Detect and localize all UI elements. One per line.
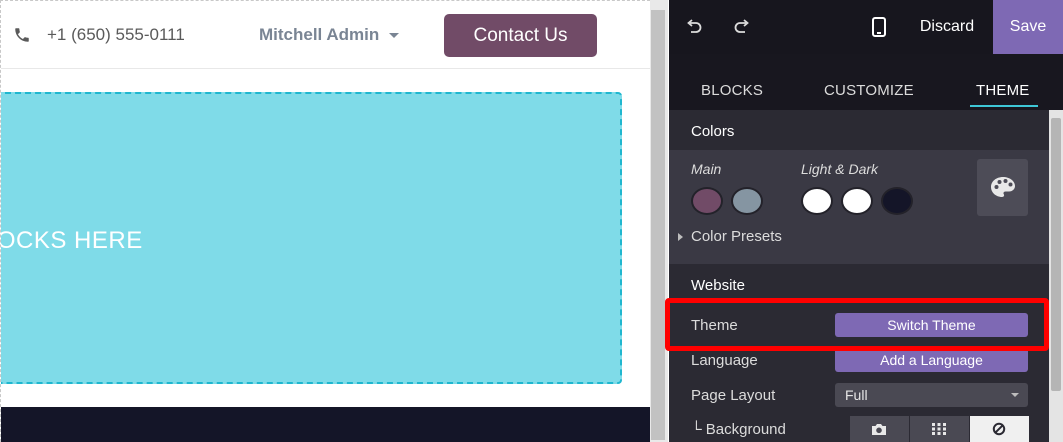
color-swatch-light-2[interactable] [841, 187, 873, 215]
tab-customize[interactable]: CUSTOMIZE [824, 82, 914, 99]
caret-down-icon [389, 33, 400, 39]
undo-icon[interactable] [684, 17, 704, 37]
page-layout-option-row: Page Layout Full [669, 379, 1049, 411]
background-image-option[interactable] [850, 416, 909, 442]
palette-icon [991, 177, 1015, 197]
language-label: Language [691, 352, 758, 369]
discard-button[interactable]: Discard [905, 0, 989, 54]
color-presets-toggle[interactable]: Color Presets [691, 228, 782, 245]
add-language-button[interactable]: Add a Language [835, 348, 1028, 372]
redo-icon[interactable] [732, 17, 752, 37]
palette-button[interactable] [977, 159, 1028, 216]
preview-scrollbar-thumb[interactable] [651, 10, 665, 440]
page-layout-value: Full [845, 387, 868, 403]
user-name: Mitchell Admin [259, 25, 380, 44]
editor-toolbar: Discard Save [669, 0, 1063, 54]
website-header: +1 (650) 555-0111 Mitchell Admin Contact… [1, 1, 650, 69]
background-pattern-option[interactable] [910, 416, 969, 442]
color-swatch-main-1[interactable] [691, 187, 723, 215]
color-swatch-main-2[interactable] [731, 187, 763, 215]
theme-label: Theme [691, 317, 738, 334]
colors-section-header: Colors [669, 110, 1049, 150]
main-colors-label: Main [691, 161, 722, 177]
pattern-icon [932, 423, 946, 435]
active-tab-indicator [970, 105, 1038, 107]
website-section-header: Website [669, 264, 1049, 306]
contact-us-button[interactable]: Contact Us [444, 14, 597, 57]
language-option-row: Language Add a Language [669, 344, 1049, 376]
background-none-option[interactable] [970, 416, 1029, 442]
website-preview: +1 (650) 555-0111 Mitchell Admin Contact… [0, 0, 650, 442]
switch-theme-button[interactable]: Switch Theme [835, 313, 1028, 337]
caret-right-icon [678, 233, 683, 241]
caret-down-icon [1011, 393, 1019, 397]
drop-zone-label: LOCKS HERE [1, 227, 143, 254]
dark-section [1, 407, 650, 442]
background-option-row: └ Background [669, 413, 1049, 442]
colors-title: Colors [691, 123, 735, 140]
tab-blocks[interactable]: BLOCKS [701, 82, 763, 99]
preview-scrollbar[interactable] [650, 0, 668, 442]
page-layout-select[interactable]: Full [835, 383, 1028, 407]
editor-scrollbar[interactable] [1049, 110, 1063, 442]
snippet-drop-zone[interactable]: LOCKS HERE [1, 92, 622, 384]
background-options [850, 416, 1029, 442]
color-swatch-light-1[interactable] [801, 187, 833, 215]
color-swatch-dark[interactable] [881, 187, 913, 215]
theme-option-row: Theme Switch Theme [669, 309, 1049, 341]
page-layout-label: Page Layout [691, 387, 776, 404]
tab-theme[interactable]: THEME [976, 82, 1030, 99]
background-label: └ Background [691, 421, 786, 438]
editor-tabs: BLOCKS CUSTOMIZE THEME [669, 54, 1063, 110]
phone-icon [15, 28, 29, 42]
colors-section: Main Light & Dark Color Presets [669, 150, 1049, 264]
website-title: Website [691, 277, 745, 294]
camera-icon [872, 424, 886, 435]
mobile-preview-icon[interactable] [872, 17, 886, 37]
user-menu[interactable]: Mitchell Admin [259, 25, 400, 45]
website-editor-panel: Discard Save BLOCKS CUSTOMIZE THEME Colo… [669, 0, 1063, 442]
light-dark-colors-label: Light & Dark [801, 161, 879, 177]
save-button[interactable]: Save [993, 0, 1063, 54]
none-icon [992, 422, 1006, 436]
phone-number: +1 (650) 555-0111 [47, 25, 185, 44]
editor-scrollbar-thumb[interactable] [1051, 118, 1061, 391]
